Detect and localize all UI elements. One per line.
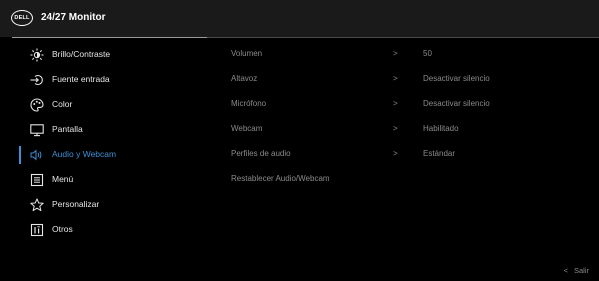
setting-label: Perfiles de audio [231,149,291,158]
brightness-icon [30,48,44,62]
menu-divider-active [12,37,207,38]
sidebar-item-fuente-entrada[interactable]: Fuente entrada [0,68,200,92]
sidebar-item-label: Personalizar [52,199,100,209]
info-icon [30,223,44,237]
chevron-right-icon: > [393,124,398,133]
display-icon [30,123,44,137]
setting-label: Volumen [231,49,263,58]
active-indicator [19,146,21,164]
setting-value: Desactivar silencio [423,99,490,108]
monitor-osd: DELL 24/27 Monitor Brillo/Contraste Fuen… [0,0,599,281]
sidebar-item-otros[interactable]: Otros [0,218,200,242]
sidebar-item-personalizar[interactable]: Personalizar [0,193,200,217]
setting-label: Restablecer Audio/Webcam [231,174,330,183]
sidebar-item-menu[interactable]: Menú [0,168,200,192]
sidebar-item-label: Pantalla [52,124,83,134]
setting-value: Desactivar silencio [423,74,490,83]
setting-label: Micrófono [231,99,267,108]
setting-row-restablecer[interactable]: Restablecer Audio/Webcam [231,168,591,192]
sidebar-item-label: Fuente entrada [52,74,110,84]
sidebar-item-label: Brillo/Contraste [52,49,111,59]
sidebar-item-label: Otros [52,224,73,234]
setting-row-perfiles-audio[interactable]: Perfiles de audio > Estándar [231,143,591,167]
sidebar-item-brillo-contraste[interactable]: Brillo/Contraste [0,43,200,67]
sidebar-item-label: Audio y Webcam [52,149,117,159]
sidebar-item-color[interactable]: Color [0,93,200,117]
exit-button[interactable]: < Salir [564,266,589,275]
osd-header: DELL 24/27 Monitor [0,0,599,37]
chevron-right-icon: > [393,49,398,58]
exit-label: Salir [573,266,589,275]
chevron-left-icon: < [563,266,568,275]
color-palette-icon [30,98,44,112]
chevron-right-icon: > [393,149,398,158]
star-icon [30,198,44,212]
setting-value: Estándar [423,149,456,158]
dell-logo: DELL [11,10,33,26]
setting-row-altavoz[interactable]: Altavoz > Desactivar silencio [231,68,591,92]
setting-value: Habilitado [423,124,459,133]
setting-row-volumen[interactable]: Volumen > 50 [231,43,591,67]
setting-row-webcam[interactable]: Webcam > Habilitado [231,118,591,142]
setting-label: Altavoz [231,74,258,83]
sidebar-item-label: Color [52,99,73,109]
speaker-icon [30,148,44,162]
menu-icon [30,173,44,187]
setting-row-microfono[interactable]: Micrófono > Desactivar silencio [231,93,591,117]
sidebar-item-audio-webcam[interactable]: Audio y Webcam [0,143,200,167]
sidebar-item-label: Menú [52,174,74,184]
chevron-right-icon: > [393,99,398,108]
setting-value: 50 [423,49,432,58]
setting-label: Webcam [231,124,263,133]
input-source-icon [30,73,44,87]
chevron-right-icon: > [393,74,398,83]
menu-divider [207,37,599,38]
sidebar-item-pantalla[interactable]: Pantalla [0,118,200,142]
monitor-title: 24/27 Monitor [41,12,106,23]
